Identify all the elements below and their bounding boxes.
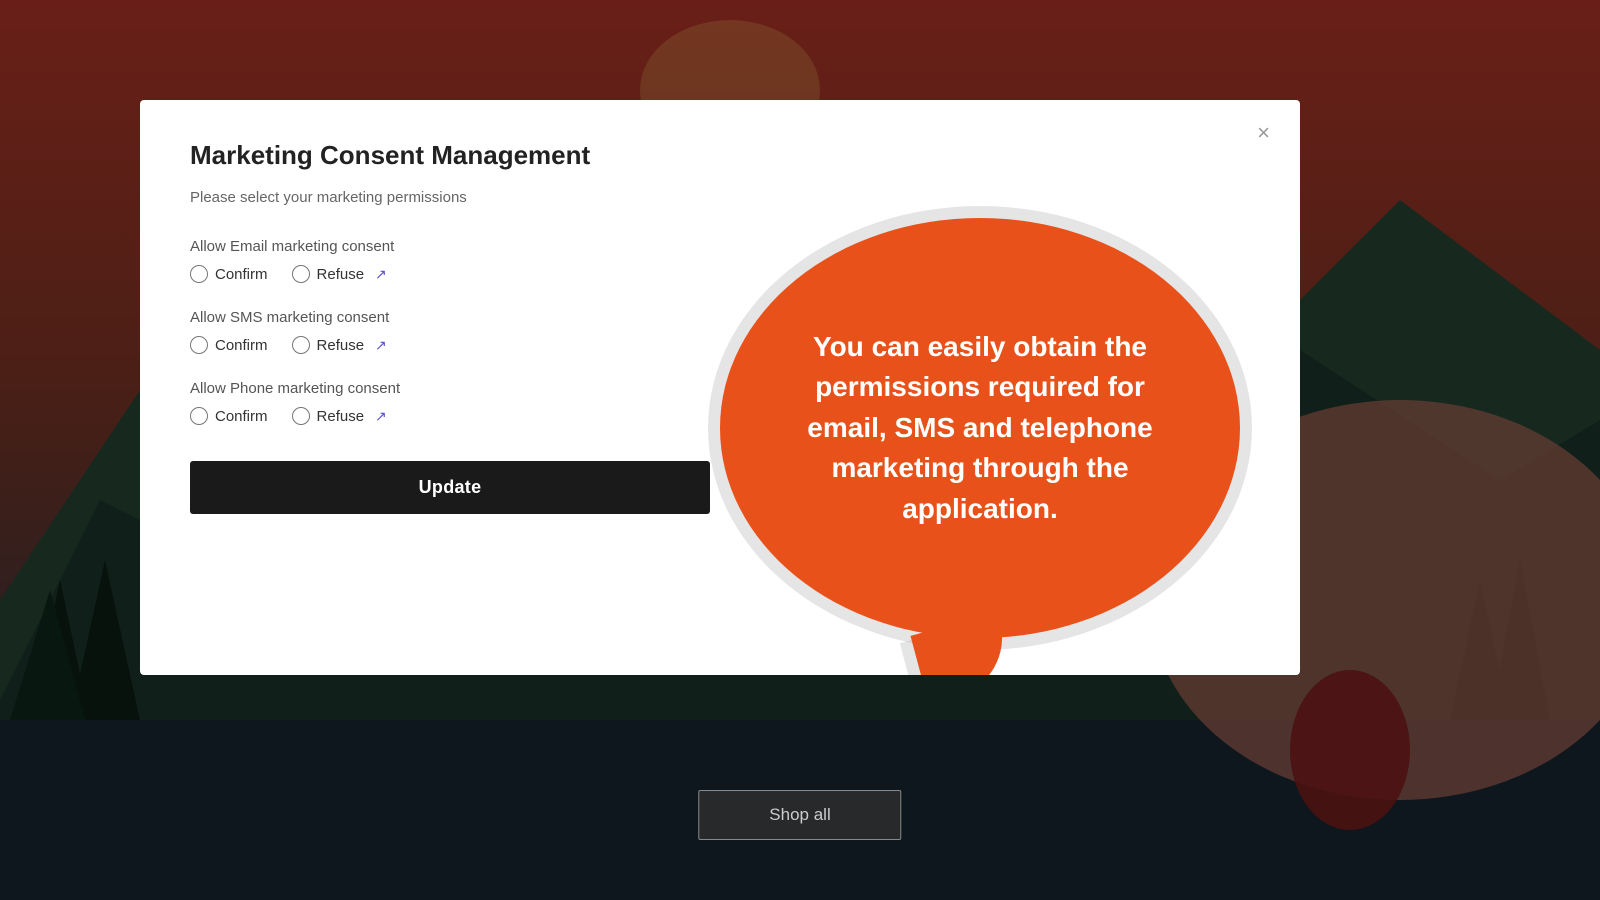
phone-confirm-radio[interactable] [190,407,208,425]
email-refuse-label: Refuse [317,266,365,283]
email-confirm-radio[interactable] [190,265,208,283]
email-consent-label: Allow Email marketing consent [190,238,710,255]
email-refuse-option[interactable]: Refuse ↗ [292,265,387,283]
consent-form: Allow Email marketing consent Confirm Re… [190,238,710,638]
phone-confirm-option[interactable]: Confirm [190,407,268,425]
sms-refuse-label: Refuse [317,337,365,354]
phone-consent-options: Confirm Refuse ↗ [190,407,710,425]
phone-refuse-option[interactable]: Refuse ↗ [292,407,387,425]
modal-close-button[interactable]: × [1249,118,1278,148]
modal-dialog: × Marketing Consent Management Please se… [140,100,1300,675]
modal-title: Marketing Consent Management [190,140,1250,171]
sms-confirm-radio[interactable] [190,336,208,354]
sms-consent-options: Confirm Refuse ↗ [190,336,710,354]
modal-body: Allow Email marketing consent Confirm Re… [190,238,1250,638]
email-confirm-label: Confirm [215,266,268,283]
shop-all-button[interactable]: Shop all [698,790,901,840]
sms-consent-group: Allow SMS marketing consent Confirm Refu… [190,309,710,354]
update-button[interactable]: Update [190,461,710,514]
email-confirm-option[interactable]: Confirm [190,265,268,283]
email-consent-group: Allow Email marketing consent Confirm Re… [190,238,710,283]
phone-confirm-label: Confirm [215,408,268,425]
sms-refuse-radio[interactable] [292,336,310,354]
sms-external-link-icon[interactable]: ↗ [375,337,387,354]
speech-bubble: You can easily obtain the permissions re… [720,218,1240,638]
phone-refuse-radio[interactable] [292,407,310,425]
email-consent-options: Confirm Refuse ↗ [190,265,710,283]
sms-confirm-option[interactable]: Confirm [190,336,268,354]
email-external-link-icon[interactable]: ↗ [375,266,387,283]
phone-consent-group: Allow Phone marketing consent Confirm Re… [190,380,710,425]
speech-bubble-area: You can easily obtain the permissions re… [710,238,1250,638]
phone-refuse-label: Refuse [317,408,365,425]
modal-subtitle: Please select your marketing permissions [190,189,1250,206]
shop-all-area: Shop all [698,790,901,840]
bubble-text: You can easily obtain the permissions re… [780,327,1180,530]
sms-confirm-label: Confirm [215,337,268,354]
phone-consent-label: Allow Phone marketing consent [190,380,710,397]
email-refuse-radio[interactable] [292,265,310,283]
sms-consent-label: Allow SMS marketing consent [190,309,710,326]
phone-external-link-icon[interactable]: ↗ [375,408,387,425]
sms-refuse-option[interactable]: Refuse ↗ [292,336,387,354]
